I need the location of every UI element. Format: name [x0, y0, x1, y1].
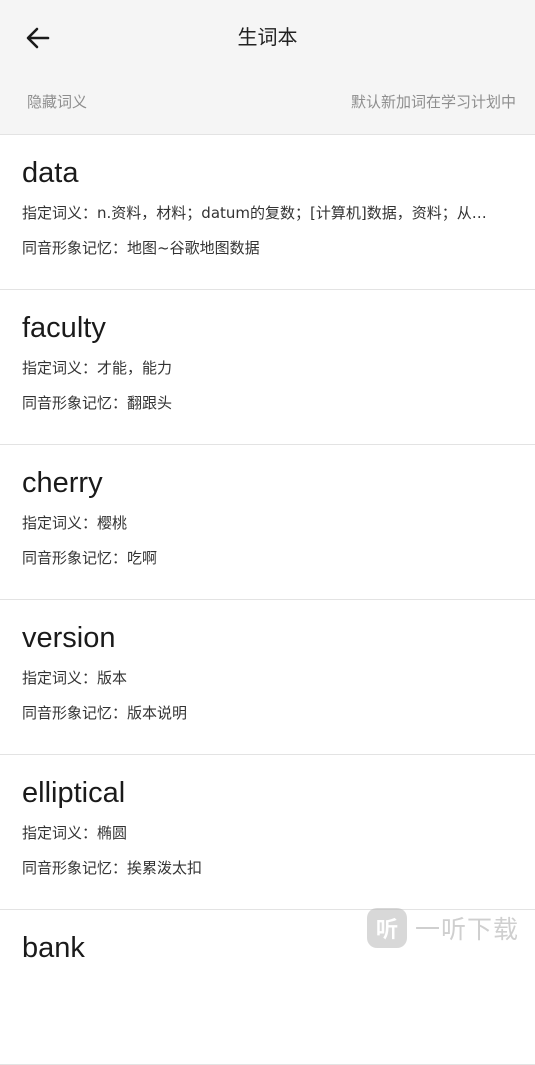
homophone-memory-value: 地图~谷歌地图数据: [127, 239, 260, 257]
word-text: elliptical: [22, 777, 126, 809]
homophone-memory-value: 翻跟头: [127, 394, 173, 412]
assigned-meaning-value: 椭圆: [97, 824, 128, 842]
homophone-memory: 同音形象记忆：吃啊: [22, 547, 522, 569]
word-text: bank: [22, 932, 85, 964]
assigned-meaning-value: 樱桃: [97, 514, 128, 532]
word-list-item[interactable]: faculty 指定词义：才能，能力 同音形象记忆：翻跟头: [0, 290, 535, 445]
homophone-memory-label: 同音形象记忆：: [22, 239, 128, 257]
word-text: cherry: [22, 467, 103, 499]
homophone-memory-label: 同音形象记忆：: [22, 549, 128, 567]
back-button[interactable]: [18, 18, 58, 58]
word-list-item[interactable]: cherry 指定词义：樱桃 同音形象记忆：吃啊: [0, 445, 535, 600]
assigned-meaning-value: 版本: [97, 669, 128, 687]
homophone-memory-value: 版本说明: [127, 704, 188, 722]
assigned-meaning-label: 指定词义：: [22, 824, 98, 842]
assigned-meaning-label: 指定词义：: [22, 204, 98, 222]
assigned-meaning-value: n.资料，材料；datum的复数；[计算机]数据，资料；从…: [97, 204, 487, 222]
word-text: version: [22, 622, 116, 654]
homophone-memory: 同音形象记忆：挨累泼太扣: [22, 857, 522, 879]
assigned-meaning: 指定词义：版本: [22, 667, 522, 689]
homophone-memory-label: 同音形象记忆：: [22, 859, 128, 877]
word-list-item[interactable]: version 指定词义：版本 同音形象记忆：版本说明: [0, 600, 535, 755]
assigned-meaning-value: 才能，能力: [97, 359, 173, 377]
word-list-item[interactable]: data 指定词义：n.资料，材料；datum的复数；[计算机]数据，资料；从……: [0, 135, 535, 290]
assigned-meaning-label: 指定词义：: [22, 514, 98, 532]
word-list: data 指定词义：n.资料，材料；datum的复数；[计算机]数据，资料；从……: [0, 135, 535, 1065]
homophone-memory: 同音形象记忆：地图~谷歌地图数据: [22, 237, 522, 259]
assigned-meaning: 指定词义：樱桃: [22, 512, 522, 534]
assigned-meaning-label: 指定词义：: [22, 669, 98, 687]
arrow-left-icon: [26, 27, 50, 49]
word-list-item[interactable]: bank: [0, 910, 535, 1065]
homophone-memory: 同音形象记忆：翻跟头: [22, 392, 522, 414]
hide-meaning-toggle[interactable]: 隐藏词义: [27, 90, 87, 114]
word-text: data: [22, 157, 79, 189]
homophone-memory-label: 同音形象记忆：: [22, 704, 128, 722]
homophone-memory-label: 同音形象记忆：: [22, 394, 128, 412]
homophone-memory: 同音形象记忆：版本说明: [22, 702, 522, 724]
default-add-to-plan-setting[interactable]: 默认新加词在学习计划中: [351, 90, 516, 114]
app-header: 生词本 隐藏词义 默认新加词在学习计划中: [0, 0, 535, 135]
assigned-meaning: 指定词义：n.资料，材料；datum的复数；[计算机]数据，资料；从…: [22, 202, 522, 224]
assigned-meaning: 指定词义：椭圆: [22, 822, 522, 844]
homophone-memory-value: 挨累泼太扣: [127, 859, 203, 877]
word-list-item[interactable]: elliptical 指定词义：椭圆 同音形象记忆：挨累泼太扣: [0, 755, 535, 910]
homophone-memory-value: 吃啊: [127, 549, 158, 567]
assigned-meaning: 指定词义：才能，能力: [22, 357, 522, 379]
assigned-meaning-label: 指定词义：: [22, 359, 98, 377]
page-title: 生词本: [237, 25, 298, 49]
word-text: faculty: [22, 312, 106, 344]
